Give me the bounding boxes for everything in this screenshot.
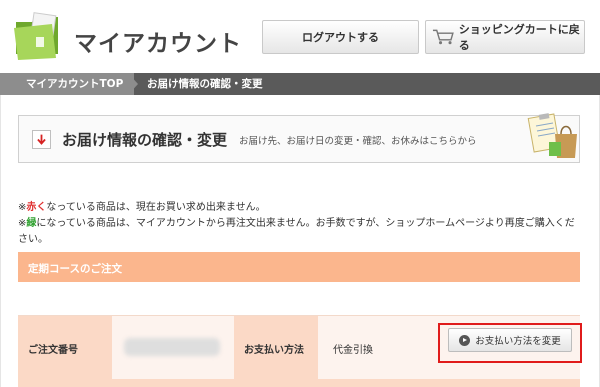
back-to-cart-label: ショッピングカートに戻る <box>458 23 580 52</box>
note-red-word: 赤く <box>26 202 47 213</box>
subscription-course-title: 定期コースのご注文 <box>28 263 122 275</box>
logout-button[interactable]: ログアウトする <box>262 20 419 54</box>
header: マイアカウント ログアウトする ショッピングカートに戻る <box>0 0 600 72</box>
payment-method-label: お支払い方法 <box>244 345 304 356</box>
breadcrumb-separator <box>128 73 138 95</box>
note-no-reorder: ※緑になっている商品は、マイアカウントから再注文出来ません。お手数ですが、ショッ… <box>18 216 583 248</box>
order-number-label-cell: ご注文番号 <box>18 316 112 380</box>
section-title: お届け情報の確認・変更 <box>62 131 228 149</box>
play-icon <box>459 334 471 346</box>
note-no-reorder-text: になっている商品は、マイアカウントから再注文出来ません。お手数ですが、ショップホ… <box>18 218 575 245</box>
order-row: ご注文番号 お支払い方法 代金引換 お支払い方法を変更 <box>18 315 582 380</box>
note-unavailable: ※赤くなっている商品は、現在お買い求め出来ません。 <box>18 200 583 216</box>
down-arrow-icon <box>32 130 51 149</box>
folder-icon <box>14 12 58 60</box>
shopping-cart-icon <box>432 29 454 45</box>
back-to-cart-button[interactable]: ショッピングカートに戻る <box>425 20 585 54</box>
payment-method-label-cell: お支払い方法 <box>234 316 318 380</box>
section-header: お届け情報の確認・変更 お届け先、お届け日の変更・確認、お休みはこちらから <box>18 113 580 163</box>
breadcrumb: マイアカウントTOP お届け情報の確認・変更 <box>0 73 600 95</box>
section-description: お届け先、お届け日の変更・確認、お休みはこちらから <box>239 136 477 147</box>
note-green-word: 緑 <box>26 218 37 229</box>
change-payment-method-button[interactable]: お支払い方法を変更 <box>448 328 572 352</box>
breadcrumb-item-current: お届け情報の確認・変更 <box>147 78 263 90</box>
order-number-value-blurred <box>124 338 220 356</box>
note-unavailable-text: なっている商品は、現在お買い求め出来ません。 <box>46 202 266 213</box>
order-number-label: ご注文番号 <box>28 345 78 356</box>
order-row-next <box>18 379 580 387</box>
subscription-course-header: 定期コースのご注文 <box>18 252 580 282</box>
page-title: マイアカウント <box>74 31 242 57</box>
change-payment-method-label: お支払い方法を変更 <box>475 336 561 347</box>
notes: ※赤くなっている商品は、現在お買い求め出来ません。 ※緑になっている商品は、マイ… <box>18 200 583 248</box>
payment-method-value: 代金引換 <box>333 345 373 356</box>
breadcrumb-item-mypage-top[interactable]: マイアカウントTOP <box>0 73 134 95</box>
clipboard-bag-icon <box>527 113 577 158</box>
